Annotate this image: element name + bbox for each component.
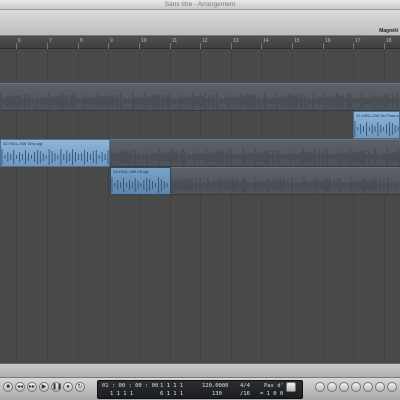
- waveform: [354, 121, 399, 137]
- replace-button[interactable]: [327, 382, 337, 392]
- region-name: 32-HIGL-035 Timo.ogl: [3, 141, 43, 146]
- rewind-button[interactable]: ◂◂: [15, 382, 25, 392]
- ruler-tick: [200, 43, 201, 49]
- stop-button[interactable]: ■: [3, 382, 13, 392]
- cycle-icon: ↻: [77, 384, 83, 390]
- region-name: 22-HIGL-030 Su Floor.ogl: [356, 113, 400, 118]
- audio-region[interactable]: 13-HIGL-089 Hil.ogl: [110, 167, 171, 195]
- lcd-tempo: 120.0000: [202, 383, 229, 389]
- play-icon: ▶: [41, 384, 47, 390]
- ruler-bar-number: 17: [355, 38, 361, 44]
- punch-button[interactable]: [339, 382, 349, 392]
- lcd-display[interactable]: 01 : 00 : 00 : 00 1 1 1 1 1 1 1 1 6 1 1 …: [97, 380, 303, 399]
- lcd-tempo-sub: 130: [212, 391, 222, 397]
- play-button[interactable]: ▶: [39, 382, 49, 392]
- region-name: 13-HIGL-089 Hil.ogl: [113, 169, 149, 174]
- pause-icon: ❚❚: [52, 384, 63, 390]
- arrange-area[interactable]: 22-HIGL-030 Su Floor.ogl 32-HIGL-035 Timo…: [0, 50, 400, 363]
- ruler-bar-number: 18: [386, 38, 392, 44]
- ruler-tick: [231, 43, 232, 49]
- window-title: Sans titre - Arrangement: [164, 1, 236, 8]
- ruler-bar-number: 16: [325, 38, 331, 44]
- ruler-tick: [353, 43, 354, 49]
- ruler-tick: [261, 43, 262, 49]
- ruler-tick: [292, 43, 293, 49]
- bar-ruler[interactable]: 6 7 8 9 10 11 12 13 14 15 16 17 18: [0, 37, 400, 49]
- lcd-mode-sub: = 1 0 0: [260, 391, 284, 397]
- record-icon: ●: [66, 384, 70, 390]
- rewind-icon: ◂◂: [16, 384, 24, 390]
- sync-button[interactable]: [363, 382, 373, 392]
- ruler-bar-number: 11: [172, 38, 178, 44]
- ruler-bar-number: 12: [202, 38, 208, 44]
- solo-button[interactable]: [315, 382, 325, 392]
- audio-region[interactable]: [0, 83, 400, 111]
- options-button[interactable]: [387, 382, 397, 392]
- metronome-button[interactable]: [351, 382, 361, 392]
- ruler-tick: [78, 43, 79, 49]
- toolbar: Magnéti: [0, 10, 400, 36]
- ruler-tick: [323, 43, 324, 49]
- waveform: [110, 149, 400, 165]
- waveform: [171, 177, 399, 193]
- title-bar: Sans titre - Arrangement: [0, 0, 400, 10]
- ruler-bar-number: 15: [294, 38, 300, 44]
- sync-toggle-button[interactable]: [286, 382, 296, 392]
- ruler-tick: [16, 43, 17, 49]
- ruler-tick: [170, 43, 171, 49]
- ruler-tick: [139, 43, 140, 49]
- stop-icon: ■: [6, 384, 10, 390]
- audio-region[interactable]: 22-HIGL-030 Su Floor.ogl: [353, 111, 400, 139]
- status-bar: [0, 363, 400, 377]
- ruler-bar-number: 10: [141, 38, 147, 44]
- ruler-bar-number: 6: [18, 38, 21, 44]
- lcd-bars: 1 1 1 1: [160, 383, 184, 389]
- transport-bar: 01 : 00 : 00 : 00 1 1 1 1 1 1 1 1 6 1 1 …: [0, 377, 400, 400]
- tune-button[interactable]: [375, 382, 385, 392]
- cycle-button[interactable]: ↻: [75, 382, 85, 392]
- ruler-tick: [47, 43, 48, 49]
- audio-region[interactable]: [110, 139, 400, 167]
- fast-forward-icon: ▸▸: [28, 384, 36, 390]
- fast-forward-button[interactable]: ▸▸: [27, 382, 37, 392]
- ruler-bar-number: 13: [233, 38, 239, 44]
- ruler-tick: [108, 43, 109, 49]
- lcd-smpte: 01 : 00 : 00 : 00: [102, 383, 159, 389]
- lcd-bars-sub: 6 1 1 1: [160, 391, 184, 397]
- ruler-tick: [384, 43, 385, 49]
- ruler-bar-number: 14: [263, 38, 269, 44]
- audio-region[interactable]: 32-HIGL-035 Timo.ogl: [0, 139, 110, 167]
- ruler-bar-number: 8: [80, 38, 83, 44]
- audio-region[interactable]: [171, 167, 400, 195]
- lcd-signature: 4/4: [240, 383, 250, 389]
- waveform: [111, 177, 168, 193]
- lcd-smpte-sub: 1 1 1 1: [110, 391, 134, 397]
- ruler-bar-number: 7: [49, 38, 52, 44]
- record-button[interactable]: ●: [63, 382, 73, 392]
- pause-button[interactable]: ❚❚: [51, 382, 63, 392]
- ruler-bar-number: 9: [110, 38, 113, 44]
- waveform: [0, 93, 400, 109]
- snap-menu[interactable]: Magnéti: [379, 28, 398, 34]
- lcd-division: /16: [240, 391, 250, 397]
- waveform: [1, 149, 109, 165]
